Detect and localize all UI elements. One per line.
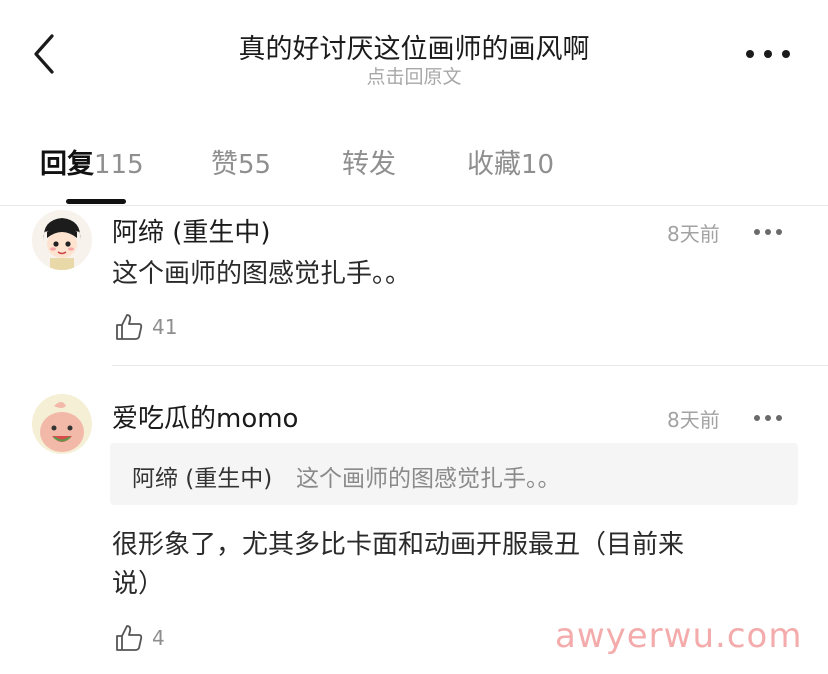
page-title: 真的好讨厌这位画师的画风啊	[238, 34, 590, 65]
avatar[interactable]	[32, 394, 92, 454]
thumbs-up-icon	[116, 314, 143, 340]
watermark: awyerwu.com	[555, 616, 803, 656]
avatar[interactable]	[32, 210, 92, 270]
active-tab-indicator	[66, 199, 126, 204]
tab-replies[interactable]: 回复115	[40, 142, 144, 181]
tab-likes[interactable]: 赞55	[211, 142, 271, 181]
thumbs-up-icon	[116, 625, 143, 651]
tab-favorites[interactable]: 收藏10	[467, 142, 554, 181]
more-button[interactable]	[744, 44, 792, 64]
more-horizontal-icon	[754, 415, 782, 421]
tab-count: 55	[238, 150, 272, 180]
divider	[0, 205, 828, 206]
comment-author[interactable]: 阿缔 (重生中)	[112, 212, 271, 249]
tab-count: 10	[521, 150, 555, 180]
avatar-image	[32, 210, 92, 270]
comment-text-line: 说）	[112, 569, 165, 599]
tab-label: 转发	[342, 149, 396, 180]
tab-label: 回复	[40, 149, 94, 180]
tab-label: 收藏	[467, 149, 521, 180]
like-button[interactable]: 4	[114, 622, 165, 654]
comment-more-button[interactable]	[753, 222, 783, 235]
like-count: 4	[152, 626, 165, 650]
tab-count: 115	[94, 150, 144, 180]
comment-time: 8天前	[667, 408, 720, 432]
comment-text-line: 很形象了，尤其多比卡面和动画开服最丑（目前来	[112, 530, 685, 560]
quoted-comment[interactable]: 阿缔 (重生中) 这个画师的图感觉扎手。。	[110, 443, 798, 505]
like-count: 41	[152, 315, 178, 339]
comment-author[interactable]: 爱吃瓜的momo	[112, 398, 298, 435]
comment-more-button[interactable]	[753, 408, 783, 421]
comment-text: 这个画师的图感觉扎手。。	[112, 259, 412, 289]
tab-reposts[interactable]: 转发	[342, 142, 396, 181]
quoted-author: 阿缔 (重生中)	[132, 466, 273, 492]
more-horizontal-icon	[746, 50, 790, 58]
like-button[interactable]: 41	[114, 311, 177, 343]
comment-time: 8天前	[667, 222, 720, 246]
back-to-original-link[interactable]: 点击回原文	[0, 62, 828, 89]
more-horizontal-icon	[754, 229, 782, 235]
quoted-text: 这个画师的图感觉扎手。。	[296, 466, 561, 492]
tab-label: 赞	[211, 149, 238, 180]
avatar-image	[32, 394, 92, 454]
divider	[112, 365, 828, 366]
